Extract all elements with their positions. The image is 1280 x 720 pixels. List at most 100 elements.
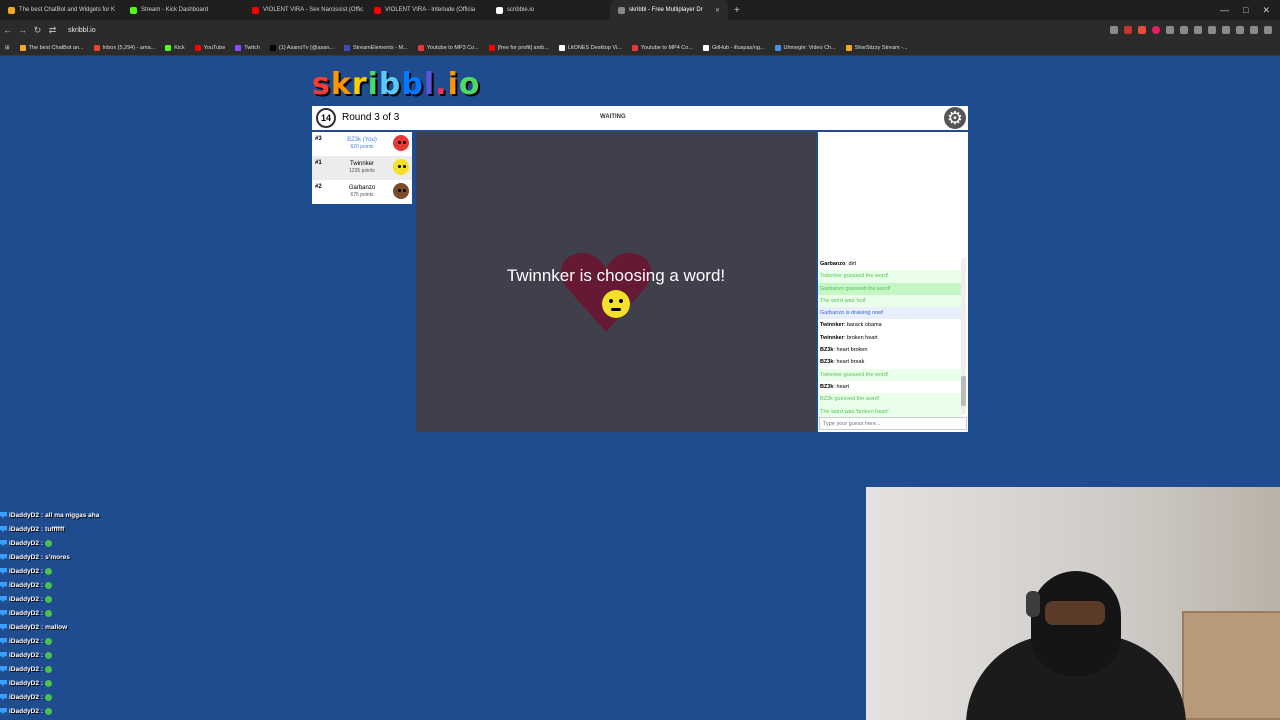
extension-icon[interactable] bbox=[1180, 26, 1188, 34]
avatar-head bbox=[393, 135, 409, 151]
chat-text: Twinnker guessed the word! bbox=[820, 273, 889, 280]
minimize-icon[interactable]: — bbox=[1220, 5, 1229, 16]
drawing-canvas[interactable]: Twinnker is choosing a word! bbox=[416, 132, 816, 432]
stream-chat-user: iDaddyD2 bbox=[9, 581, 39, 589]
chat-badge-icon bbox=[0, 595, 7, 603]
url-field[interactable]: skribbl.io bbox=[68, 27, 96, 34]
bookmark-item[interactable]: YouTube bbox=[190, 44, 231, 51]
bookmark-item[interactable]: Uhmegle: Video Ch... bbox=[770, 44, 841, 51]
share-icon[interactable] bbox=[1110, 26, 1118, 34]
close-window-icon[interactable]: ✕ bbox=[1262, 5, 1270, 16]
maximize-icon[interactable]: □ bbox=[1243, 5, 1248, 16]
extension-icon[interactable] bbox=[1222, 26, 1230, 34]
bookmark-item[interactable]: GitHub - illuspas/ng... bbox=[698, 44, 770, 51]
logo-letter: l bbox=[423, 67, 436, 102]
stream-chat-user: iDaddyD2 bbox=[9, 595, 39, 603]
chat-badge-icon bbox=[0, 525, 7, 533]
bookmark-favicon-icon bbox=[774, 44, 781, 51]
stream-chat-separator: : bbox=[40, 609, 44, 617]
bookmark-item[interactable]: LitONES Desktop Vi... bbox=[554, 44, 627, 51]
logo-letter: . bbox=[435, 67, 448, 102]
extension-icon[interactable] bbox=[1194, 26, 1202, 34]
drawer-avatar bbox=[602, 290, 630, 318]
browser-tab[interactable]: The best ChatBot and Widgets for K bbox=[0, 0, 122, 20]
bookmark-item[interactable]: Twitch bbox=[230, 44, 265, 51]
bookmark-label: StreamElements - M... bbox=[352, 44, 408, 51]
extension-icon[interactable] bbox=[1236, 26, 1244, 34]
extension-icon[interactable] bbox=[1250, 26, 1258, 34]
extension-icon[interactable] bbox=[1138, 26, 1146, 34]
stream-chat-user: iDaddyD2 bbox=[9, 623, 39, 631]
player-row: #2 Garbanzo 675 points bbox=[312, 180, 412, 204]
browser-tab[interactable]: skribbl - Free Multiplayer Dr ✕ bbox=[610, 0, 728, 20]
browser-tab[interactable]: VIOLENT VIRA - Sex Narcissist (Offic bbox=[244, 0, 366, 20]
bookmark-item[interactable]: Youtube to MP3 Co... bbox=[413, 44, 484, 51]
chat-scrollbar[interactable] bbox=[961, 258, 966, 414]
chat-text: Garbanzo guessed the word! bbox=[820, 285, 891, 292]
emote-icon bbox=[45, 595, 53, 603]
back-icon[interactable]: ← bbox=[0, 25, 15, 35]
tab-title: VIOLENT VIRA - Interlude (Officia bbox=[385, 7, 476, 13]
chat-message: The word was 'soil' bbox=[818, 294, 962, 308]
emote-icon bbox=[45, 581, 53, 589]
stream-chat-text: tuffffff bbox=[45, 525, 65, 533]
extension-icon[interactable] bbox=[1124, 26, 1132, 34]
bookmark-favicon-icon bbox=[93, 44, 100, 51]
chat-badge-icon bbox=[0, 511, 7, 519]
bookmark-item[interactable]: StreamElements - M... bbox=[339, 44, 413, 51]
close-tab-icon[interactable]: ✕ bbox=[715, 7, 720, 14]
tab-favicon-icon bbox=[618, 6, 625, 14]
chat-badge-icon bbox=[0, 651, 7, 659]
bookmark-label: Kick bbox=[174, 44, 185, 51]
webcam-feed bbox=[866, 487, 1280, 720]
stream-chat-text: s'mores bbox=[45, 553, 70, 561]
forward-icon[interactable]: → bbox=[15, 25, 30, 35]
tab-favicon-icon bbox=[496, 6, 503, 14]
bookmark-item[interactable]: Inbox (5,294) - ama... bbox=[89, 44, 161, 51]
stream-chat-user: iDaddyD2 bbox=[9, 693, 39, 701]
emote-icon bbox=[45, 539, 53, 547]
chat-text: Twinnker guessed the word! bbox=[820, 371, 889, 378]
gear-icon[interactable]: ⚙ bbox=[944, 107, 966, 129]
stream-chat-separator: : bbox=[40, 679, 44, 687]
bookmark-item[interactable]: Kick bbox=[160, 44, 189, 51]
menu-icon[interactable] bbox=[1264, 26, 1272, 34]
browser-tab[interactable]: VIOLENT VIRA - Interlude (Officia bbox=[366, 0, 488, 20]
new-tab-button[interactable]: + bbox=[728, 5, 746, 16]
tab-favicon-icon bbox=[374, 6, 381, 14]
apps-icon[interactable]: ⊞ bbox=[0, 45, 15, 51]
scrollbar-thumb[interactable] bbox=[961, 376, 966, 406]
extension-icon[interactable] bbox=[1208, 26, 1216, 34]
bookmark-item[interactable]: (1) AsanoTv (@asan... bbox=[265, 44, 339, 51]
chat-message: BZ3k: heart break bbox=[818, 356, 962, 368]
chat-message: Garbanzo guessed the word! bbox=[818, 282, 962, 295]
avatar-eye bbox=[403, 189, 406, 192]
bookmark-item[interactable]: ShieStizzy Stream -... bbox=[841, 44, 913, 51]
guess-input[interactable] bbox=[819, 417, 967, 430]
stream-chat-line: iDaddyD2: tuffffff bbox=[0, 522, 200, 536]
bookmark-item[interactable]: The best ChatBot an... bbox=[15, 44, 89, 51]
bookmark-item[interactable]: Youtube to MP4 Co... bbox=[627, 44, 698, 51]
bookmark-favicon-icon bbox=[165, 44, 172, 51]
browser-tab[interactable]: scribble.io bbox=[488, 0, 610, 20]
extension-icon[interactable] bbox=[1152, 26, 1160, 34]
stream-chat-user: iDaddyD2 bbox=[9, 679, 39, 687]
stream-chat-line: iDaddyD2: all ma niggas aha bbox=[0, 508, 200, 522]
emote-icon bbox=[45, 609, 53, 617]
player-row: #3 BZ3k (You) 620 points bbox=[312, 132, 412, 156]
tab-title: The best ChatBot and Widgets for K bbox=[19, 7, 116, 13]
chat-badge-icon bbox=[0, 693, 7, 701]
game-status: WAITING bbox=[600, 114, 626, 120]
player-rank: #1 bbox=[315, 160, 322, 166]
stream-chat-line: iDaddyD2: s'mores bbox=[0, 550, 200, 564]
avatar-head bbox=[393, 159, 409, 175]
extension-icon[interactable] bbox=[1166, 26, 1174, 34]
bookmark-label: YouTube bbox=[203, 44, 226, 51]
tab-title: VIOLENT VIRA - Sex Narcissist (Offic bbox=[263, 7, 364, 13]
bookmark-item[interactable]: [free for profit] amb... bbox=[484, 44, 554, 51]
chat-author: BZ3k bbox=[820, 383, 834, 390]
reload-icon[interactable]: ↻ bbox=[30, 25, 45, 36]
browser-tab[interactable]: Stream - Kick Dashboard bbox=[122, 0, 244, 20]
chat-badge-icon bbox=[0, 609, 7, 617]
site-info-icon[interactable]: ⇄ bbox=[45, 25, 60, 36]
